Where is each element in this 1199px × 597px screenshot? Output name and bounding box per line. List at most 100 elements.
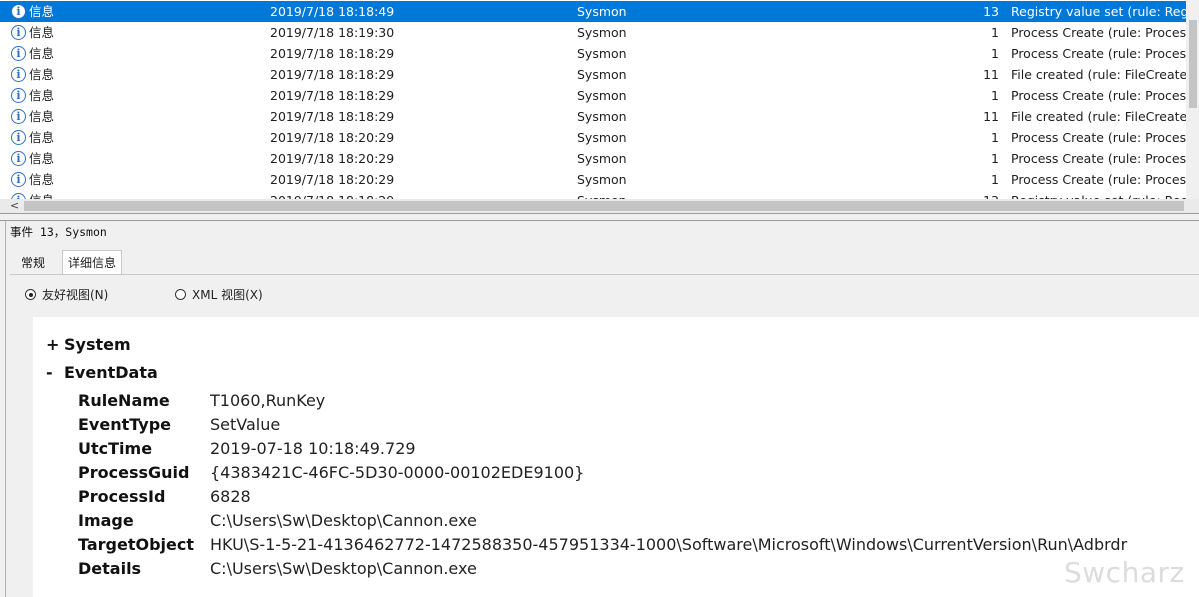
row-task-category: Process Create (rule: ProcessCreate) <box>1011 88 1199 103</box>
row-source: Sysmon <box>577 190 627 199</box>
eventdata-section[interactable]: - EventData <box>46 363 158 382</box>
table-row[interactable]: i 信息 2019/7/18 18:18:49 Sysmon 13 Registry va… <box>0 1 1199 22</box>
event-title: 事件 13，Sysmon <box>10 225 107 239</box>
info-icon: i <box>11 46 26 61</box>
field-key: Details <box>78 559 142 578</box>
event-list: i 信息 2019/7/18 18:18:49 Sysmon 13 Registry va… <box>0 0 1199 213</box>
tab-general[interactable]: 常规 <box>16 252 50 274</box>
table-row[interactable]: i 信息 2019/7/18 18:19:30 Sysmon 1 Process Crea… <box>0 22 1199 43</box>
row-source: Sysmon <box>577 130 627 145</box>
event-detail-panel: + System - EventData RuleName T1060,RunKey E… <box>33 317 1199 597</box>
info-icon: i <box>11 109 26 124</box>
chevron-left-icon[interactable]: < <box>10 199 19 213</box>
radio-xml-view-dot[interactable] <box>175 289 186 300</box>
row-source: Sysmon <box>577 46 627 61</box>
info-icon: i <box>11 67 26 82</box>
info-icon: i <box>11 172 26 187</box>
eventdata-section-label: EventData <box>64 363 158 382</box>
row-datetime: 2019/7/18 18:20:29 <box>270 172 395 187</box>
row-task-category: Process Create (rule: ProcessCreate) <box>1011 172 1199 187</box>
row-event-id: 13 <box>983 4 999 19</box>
info-icon: i <box>11 130 26 145</box>
field-key: EventType <box>78 415 171 434</box>
tab-divider <box>10 274 1199 275</box>
info-icon: i <box>11 151 26 166</box>
row-source: Sysmon <box>577 67 627 82</box>
row-datetime: 2019/7/18 18:20:29 <box>270 151 395 166</box>
row-task-category: Registry value set (rule: Registry) <box>1011 4 1199 19</box>
row-level: 信息 <box>29 67 55 82</box>
watermark: Swcharz <box>1064 556 1185 589</box>
pane-left-border <box>5 221 6 597</box>
row-source: Sysmon <box>577 172 627 187</box>
row-source: Sysmon <box>577 25 627 40</box>
event-preview-pane: 事件 13，Sysmon 常规 详细信息 友好视图(N) XML 视图(X) +… <box>0 221 1199 597</box>
field-value: 6828 <box>210 487 251 506</box>
row-datetime: 2019/7/18 18:18:29 <box>270 46 395 61</box>
field-key: Image <box>78 511 134 530</box>
field-value: HKU\S-1-5-21-4136462772-1472588350-45795… <box>210 535 1128 554</box>
field-value: C:\Users\Sw\Desktop\Cannon.exe <box>210 511 477 530</box>
row-task-category: Process Create (rule: ProcessCreate) <box>1011 130 1199 145</box>
event-list-rows: i 信息 2019/7/18 18:18:49 Sysmon 13 Registry va… <box>0 0 1199 199</box>
row-event-id: 1 <box>991 25 999 40</box>
row-event-id: 1 <box>991 172 999 187</box>
row-event-id: 1 <box>991 130 999 145</box>
row-datetime: 2019/7/18 18:18:29 <box>270 67 395 82</box>
table-row[interactable]: i信息2019/7/18 18:18:29Sysmon13Registry va… <box>0 190 1199 199</box>
table-row[interactable]: i 信息 2019/7/18 18:20:29 Sysmon 1 Process Crea… <box>0 148 1199 169</box>
row-event-id: 11 <box>983 67 999 82</box>
table-row[interactable]: i 信息 2019/7/18 18:18:29 Sysmon 11 File create… <box>0 64 1199 85</box>
table-row[interactable]: i 信息 2019/7/18 18:18:29 Sysmon 1 Process Crea… <box>0 85 1199 106</box>
horizontal-scrollbar-thumb[interactable] <box>24 201 1184 211</box>
info-icon: i <box>11 88 26 103</box>
row-datetime: 2019/7/18 18:18:29 <box>270 88 395 103</box>
info-icon: i <box>11 25 26 40</box>
radio-xml-view-label: XML 视图(X) <box>192 288 263 302</box>
row-source: Sysmon <box>577 151 627 166</box>
row-level: 信息 <box>29 130 55 145</box>
field-key: TargetObject <box>78 535 195 554</box>
row-level: 信息 <box>29 190 54 199</box>
row-level: 信息 <box>29 172 55 187</box>
field-key: ProcessGuid <box>78 463 190 482</box>
pane-splitter[interactable] <box>0 213 1199 221</box>
field-value: C:\Users\Sw\Desktop\Cannon.exe <box>210 559 477 578</box>
row-datetime: 2019/7/18 18:20:29 <box>270 130 395 145</box>
row-datetime: 2019/7/18 18:19:30 <box>270 25 395 40</box>
row-source: Sysmon <box>577 4 627 19</box>
tab-details[interactable]: 详细信息 <box>62 250 123 275</box>
table-row[interactable]: i 信息 2019/7/18 18:20:29 Sysmon 1 Process Crea… <box>0 127 1199 148</box>
row-task-category: Process Create (rule: ProcessCreate) <box>1011 25 1199 40</box>
row-task-category: File created (rule: FileCreate) <box>1011 67 1193 82</box>
row-level: 信息 <box>29 88 55 103</box>
radio-friendly-view-label: 友好视图(N) <box>42 288 109 302</box>
field-value: 2019-07-18 10:18:49.729 <box>210 439 416 458</box>
row-level: 信息 <box>29 25 55 40</box>
row-event-id: 1 <box>991 46 999 61</box>
table-row[interactable]: i 信息 2019/7/18 18:20:29 Sysmon 1 Process Crea… <box>0 169 1199 190</box>
row-event-id: 11 <box>983 109 999 124</box>
row-task-category: Process Create (rule: ProcessCreate) <box>1011 46 1199 61</box>
event-list-horizontal-scrollbar[interactable]: < <box>0 199 1199 213</box>
row-task-category: Registry value set (rule: Registry) <box>1011 190 1199 199</box>
row-task-category: File created (rule: FileCreate) <box>1011 109 1193 124</box>
table-row[interactable]: i 信息 2019/7/18 18:18:29 Sysmon 11 File create… <box>0 106 1199 127</box>
row-level: 信息 <box>29 109 55 124</box>
row-level: 信息 <box>29 46 55 61</box>
event-list-vertical-scrollbar[interactable] <box>1186 0 1199 199</box>
field-key: RuleName <box>78 391 170 410</box>
collapse-toggle[interactable]: - <box>46 363 64 382</box>
row-event-id: 13 <box>983 190 999 199</box>
info-icon: i <box>11 4 26 19</box>
field-key: UtcTime <box>78 439 153 458</box>
field-value: T1060,RunKey <box>210 391 326 410</box>
vertical-scrollbar-thumb[interactable] <box>1189 20 1197 108</box>
system-section[interactable]: + System <box>46 335 131 354</box>
expand-toggle[interactable]: + <box>46 335 64 354</box>
field-key: ProcessId <box>78 487 166 506</box>
radio-friendly-view-dot[interactable] <box>25 289 36 300</box>
field-value: {4383421C-46FC-5D30-0000-00102EDE9100} <box>210 463 585 482</box>
table-row[interactable]: i 信息 2019/7/18 18:18:29 Sysmon 1 Process Crea… <box>0 43 1199 64</box>
row-level: 信息 <box>29 4 55 19</box>
